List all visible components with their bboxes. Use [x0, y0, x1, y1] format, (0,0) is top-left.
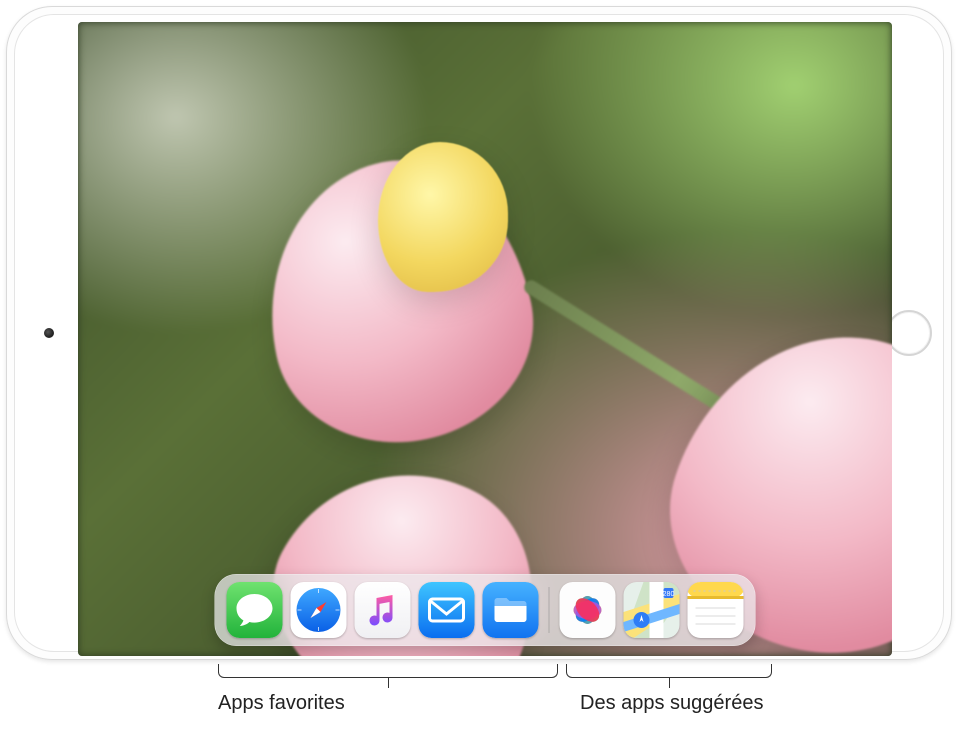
notes-icon: [688, 582, 744, 638]
annotation-connector: [388, 678, 389, 688]
callout-favorites-label: Apps favorites: [218, 692, 345, 715]
app-notes[interactable]: [688, 582, 744, 638]
callout-suggested-label: Des apps suggérées: [580, 692, 763, 715]
music-icon: [355, 582, 411, 638]
dock-divider: [549, 587, 550, 633]
app-safari[interactable]: [291, 582, 347, 638]
annotation-connector: [669, 678, 670, 688]
app-maps[interactable]: 280: [624, 582, 680, 638]
ipad-screen[interactable]: 280: [78, 22, 892, 656]
svg-text:280: 280: [663, 591, 675, 598]
messages-icon: [227, 582, 283, 638]
safari-icon: [291, 582, 347, 638]
mail-icon: [419, 582, 475, 638]
dock: 280: [215, 574, 756, 646]
maps-icon: 280: [624, 582, 680, 638]
files-icon: [483, 582, 539, 638]
photos-icon: [560, 582, 616, 638]
ipad-device-frame: 280: [6, 6, 952, 660]
app-messages[interactable]: [227, 582, 283, 638]
annotation-layer: Apps favorites Des apps suggérées: [0, 664, 958, 724]
front-camera: [44, 328, 54, 338]
app-music[interactable]: [355, 582, 411, 638]
bracket-suggested: [566, 664, 772, 678]
bracket-favorites: [218, 664, 558, 678]
home-button[interactable]: [886, 310, 932, 356]
app-photos[interactable]: [560, 582, 616, 638]
app-files[interactable]: [483, 582, 539, 638]
app-mail[interactable]: [419, 582, 475, 638]
